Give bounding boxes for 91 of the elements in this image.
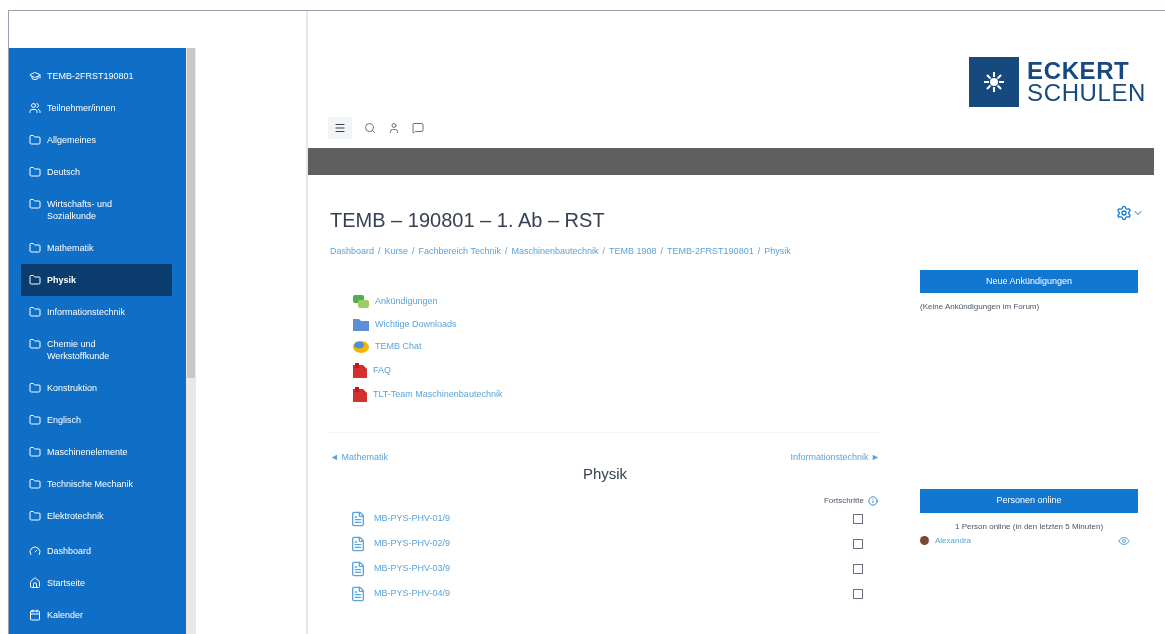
folder-icon <box>29 306 41 318</box>
search-icon[interactable] <box>364 122 376 134</box>
sidebar-item[interactable]: Teilnehmer/innen <box>21 92 172 124</box>
sidebar-item[interactable]: Kalender <box>21 599 172 631</box>
user-icon[interactable] <box>388 122 400 134</box>
folder-icon <box>29 510 41 522</box>
sidebar-item[interactable]: Mathematik <box>21 232 172 264</box>
pdf-file-icon <box>353 387 367 402</box>
breadcrumb-separator: / <box>602 245 606 258</box>
chat-bubble-icon <box>353 340 369 354</box>
breadcrumb-link[interactable]: Kurse <box>384 245 409 259</box>
file-link[interactable]: MB-PYS-PHV-01/9 <box>374 512 451 526</box>
file-link[interactable]: MB-PYS-PHV-04/9 <box>374 587 451 601</box>
sidebar-item[interactable]: Chemie und Werkstoffkunde <box>21 328 172 372</box>
folder-icon <box>29 134 41 146</box>
folder-icon <box>353 317 369 331</box>
graduation-cap-icon <box>29 70 41 82</box>
document-icon <box>350 586 366 602</box>
activity-link[interactable]: TLT-Team Maschinenbautechnik <box>373 387 503 402</box>
document-icon <box>350 561 366 577</box>
speech-bubbles-icon <box>353 294 369 309</box>
folder-icon <box>29 242 41 254</box>
breadcrumb-separator: / <box>757 245 761 258</box>
folder-icon <box>29 338 41 350</box>
file-link[interactable]: MB-PYS-PHV-02/9 <box>374 537 451 551</box>
breadcrumb-link[interactable]: Maschinenbautechnik <box>511 245 599 259</box>
checkbox[interactable] <box>853 514 863 524</box>
sidebar-item[interactable]: Allgemeines <box>21 124 172 156</box>
breadcrumb-link[interactable]: Fachbereich Technik <box>418 245 501 259</box>
menu-icon <box>334 122 346 134</box>
previous-section-link[interactable]: ◄ Mathematik <box>330 451 388 465</box>
breadcrumb-link[interactable]: Dashboard <box>330 245 375 259</box>
pdf-file-icon <box>353 363 367 378</box>
sidebar-item[interactable]: Informationstechnik <box>21 296 172 328</box>
breadcrumb-link[interactable]: Physik <box>764 245 791 259</box>
sidebar-item[interactable]: Wirtschafts- und Sozialkunde <box>21 188 172 232</box>
breadcrumb-separator: / <box>660 245 664 258</box>
avatar <box>920 536 929 545</box>
logo-text: ECKERT <box>1027 59 1131 82</box>
sun-icon <box>983 70 1006 93</box>
folder-icon <box>29 198 41 210</box>
page-title: TEMB – 190801 – 1. Ab – RST <box>330 208 606 233</box>
block-header: Neue Ankündigungen <box>920 269 1138 293</box>
user-link[interactable]: Alexandra <box>935 534 972 547</box>
breadcrumb-link[interactable]: TEMB-2FRST190801 <box>667 245 754 259</box>
folder-icon <box>29 274 41 286</box>
progress-label: Fortschritte <box>824 494 864 507</box>
calendar-icon <box>29 609 41 621</box>
block-header: Personen online <box>920 489 1138 513</box>
activity-link[interactable]: Ankündigungen <box>375 294 438 309</box>
checkbox[interactable] <box>853 539 863 549</box>
message-icon[interactable] <box>412 122 424 134</box>
settings-icon <box>1116 205 1132 221</box>
home-icon <box>29 577 41 589</box>
activity-link[interactable]: TEMB Chat <box>375 340 422 354</box>
sidebar-item[interactable]: Englisch <box>21 404 172 436</box>
next-section-link[interactable]: Informationstechnik ► <box>790 451 880 465</box>
sidebar-item[interactable]: Dashboard <box>21 535 172 567</box>
folder-icon <box>29 478 41 490</box>
sidebar-item[interactable]: Startseite <box>21 567 172 599</box>
activity-link[interactable]: Wichtige Downloads <box>375 317 457 331</box>
sidebar-item[interactable]: Konstruktion <box>21 372 172 404</box>
section-title: Physik <box>581 464 629 483</box>
folder-icon <box>29 382 41 394</box>
folder-icon <box>29 414 41 426</box>
checkbox[interactable] <box>853 564 863 574</box>
document-icon <box>350 511 366 527</box>
folder-icon <box>29 166 41 178</box>
sidebar-item[interactable]: TEMB-2FRST190801 <box>21 60 172 92</box>
block-text: 1 Person online (in den letzten 5 Minuten) <box>953 520 1105 533</box>
breadcrumb-separator: / <box>412 245 415 258</box>
scrollbar[interactable] <box>186 48 196 634</box>
block-text: (Keine Ankündigungen im Forum) <box>920 301 1041 313</box>
settings-button[interactable] <box>1116 205 1144 221</box>
sidebar-item[interactable]: Maschinenelemente <box>21 436 172 468</box>
sidebar-item[interactable]: Deutsch <box>21 156 172 188</box>
breadcrumb-separator: / <box>504 245 508 258</box>
folder-icon <box>29 446 41 458</box>
logo-text: SCHULEN <box>1027 81 1146 104</box>
document-icon <box>350 536 366 552</box>
breadcrumb-link[interactable]: TEMB 1908 <box>609 245 657 259</box>
sidebar-item[interactable]: Technische Mechanik <box>21 468 172 500</box>
sidebar-item[interactable]: Physik <box>21 264 172 296</box>
file-link[interactable]: MB-PYS-PHV-03/9 <box>374 562 451 576</box>
checkbox[interactable] <box>853 589 863 599</box>
sidebar-item[interactable]: Elektrotechnik <box>21 500 172 532</box>
activity-link[interactable]: FAQ <box>373 363 391 378</box>
menu-button[interactable] <box>328 117 352 139</box>
breadcrumb-separator: / <box>378 245 381 258</box>
gauge-icon <box>29 545 41 557</box>
users-icon <box>29 102 41 114</box>
